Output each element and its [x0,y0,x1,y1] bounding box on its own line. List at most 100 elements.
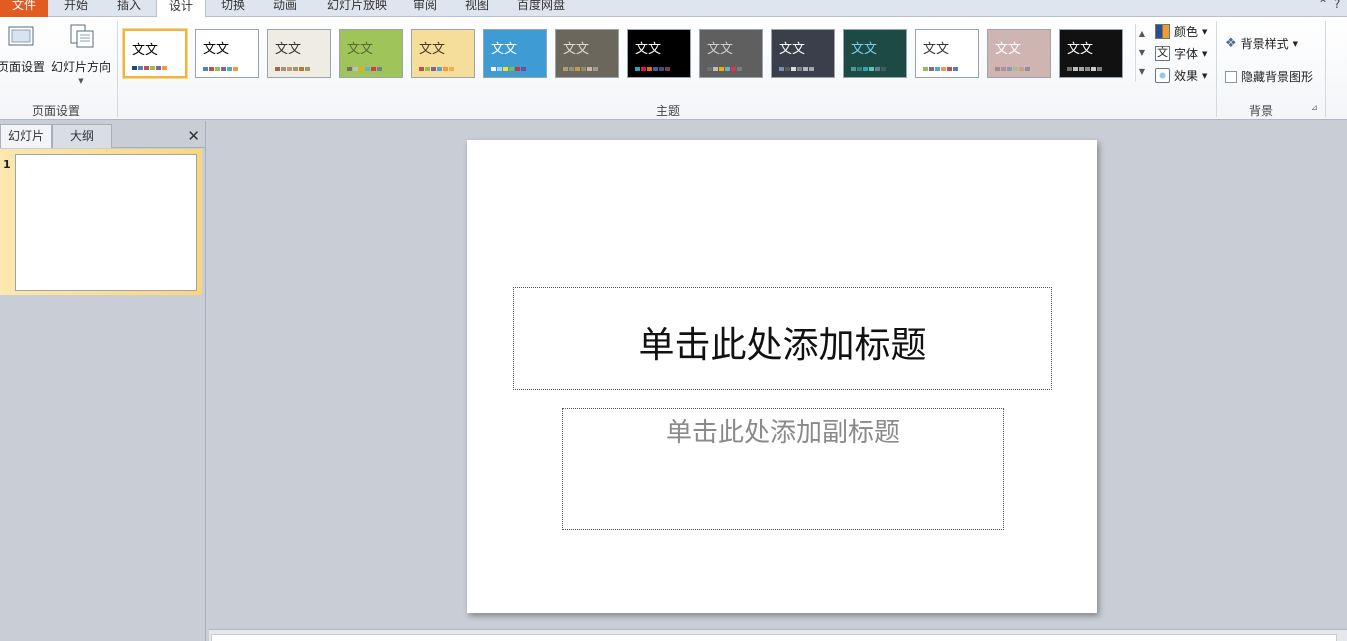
color-swatch [132,66,137,70]
close-icon[interactable]: ✕ [187,127,200,145]
color-swatch [929,67,934,71]
color-swatch [275,67,280,71]
slide-thumbnail[interactable] [15,154,197,291]
hide-background-graphics-checkbox[interactable]: 隐藏背景图形 [1225,68,1313,85]
theme-thumbnail[interactable]: 文文 [987,29,1051,78]
color-swatch [581,67,586,71]
tab-home[interactable]: 开始 [50,0,102,17]
help-icon[interactable]: ? [1334,0,1340,11]
theme-thumbnail[interactable]: 文文 [195,29,259,78]
color-swatch [575,67,580,71]
tab-slideshow[interactable]: 幻灯片放映 [314,0,400,17]
color-swatch [443,67,448,71]
group-divider [1216,21,1217,117]
color-swatch [1079,67,1084,71]
minimize-ribbon-icon[interactable]: ⌃ [1318,0,1328,11]
theme-colors-button[interactable]: 颜色 ▼ [1155,23,1207,40]
color-swatch [1013,67,1018,71]
pane-tabs: 幻灯片 大纲 ✕ [0,124,206,148]
color-swatch [941,67,946,71]
color-swatch [227,67,232,71]
hide-background-graphics-label: 隐藏背景图形 [1241,70,1314,84]
slide[interactable]: 单击此处添加标题 单击此处添加副标题 [467,140,1097,613]
tab-design[interactable]: 设计 [156,0,206,18]
theme-sample-text: 文文 [635,42,662,57]
slide-thumbnail-item[interactable]: 1 [0,149,202,295]
color-swatch [497,67,502,71]
color-swatch [947,67,952,71]
theme-thumbnail[interactable]: 文文 [1059,29,1123,78]
tab-insert[interactable]: 插入 [104,0,154,17]
chevron-down-icon: ▼ [1202,71,1208,80]
page-setup-button[interactable]: 页面设置 [0,23,46,75]
color-swatch [491,67,496,71]
tab-view[interactable]: 视图 [452,0,502,17]
theme-thumbnail[interactable]: 文文 [123,29,187,78]
color-swatch [377,67,382,71]
subtitle-placeholder-text: 单击此处添加副标题 [665,418,900,448]
dialog-launcher-icon[interactable]: ⊿ [1311,103,1318,112]
color-swatch [162,66,167,70]
background-styles-button[interactable]: ❖ 背景样式 ▼ [1225,35,1298,52]
color-swatch [713,67,718,71]
color-swatch [659,67,664,71]
theme-thumbnail[interactable]: 文文 [483,29,547,78]
theme-fonts-button[interactable]: 文 字体 ▼ [1155,45,1207,62]
theme-sample-text: 文文 [995,42,1022,57]
gallery-scroll: ▲ ▼ ▼ [1135,24,1148,82]
color-swatch [431,67,436,71]
theme-fonts-label: 字体 [1174,47,1199,61]
color-swatch [521,67,526,71]
notes-pane[interactable] [209,629,1347,641]
tab-transitions[interactable]: 切换 [208,0,258,17]
theme-thumbnail[interactable]: 文文 [555,29,619,78]
theme-sample-text: 文文 [275,42,302,57]
color-swatch [503,67,508,71]
color-swatch [419,67,424,71]
chevron-down-icon: ▼ [1202,49,1208,58]
font-icon: 文 [1155,46,1170,61]
theme-thumbnail[interactable]: 文文 [339,29,403,78]
theme-thumbnail[interactable]: 文文 [699,29,763,78]
color-swatch [1073,67,1078,71]
color-swatch [150,66,155,70]
color-swatch [1091,67,1096,71]
slides-pane: 幻灯片 大纲 ✕ 1 [0,121,206,641]
theme-thumbnail[interactable]: 文文 [627,29,691,78]
group-divider [117,21,118,117]
tab-slides[interactable]: 幻灯片 [0,124,52,148]
subtitle-placeholder[interactable]: 单击此处添加副标题 [562,408,1004,530]
color-swatch [353,67,358,71]
slide-orientation-button[interactable]: 幻灯片方向 ▼ [50,23,112,85]
theme-thumbnail[interactable]: 文文 [411,29,475,78]
gallery-more-icon[interactable]: ▼ [1136,62,1148,81]
color-swatch [1085,67,1090,71]
gallery-up-icon[interactable]: ▲ [1136,24,1148,43]
color-swatch [305,67,310,71]
tab-review[interactable]: 审阅 [400,0,450,17]
theme-sample-text: 文文 [132,43,159,58]
notes-input[interactable] [211,634,1337,641]
slide-number: 1 [3,158,11,171]
title-placeholder-text: 单击此处添加标题 [638,325,927,366]
theme-thumbnail[interactable]: 文文 [771,29,835,78]
theme-sample-text: 文文 [851,42,878,57]
effects-icon [1155,68,1170,83]
tab-baidu-netdisk[interactable]: 百度网盘 [504,0,578,17]
color-swatch [923,67,928,71]
theme-color-swatches [779,67,814,71]
gallery-down-icon[interactable]: ▼ [1136,43,1148,62]
tab-outline[interactable]: 大纲 [52,124,112,148]
page-setup-group-label: 页面设置 [31,104,80,118]
tab-animations[interactable]: 动画 [260,0,310,17]
theme-effects-button[interactable]: 效果 ▼ [1155,67,1207,84]
theme-thumbnail[interactable]: 文文 [843,29,907,78]
color-swatch [587,67,592,71]
theme-thumbnail[interactable]: 文文 [267,29,331,78]
color-swatch [221,67,226,71]
title-placeholder[interactable]: 单击此处添加标题 [513,287,1052,390]
color-swatch [953,67,958,71]
theme-thumbnail[interactable]: 文文 [915,29,979,78]
color-swatch [593,67,598,71]
tab-file[interactable]: 文件 [0,0,48,17]
